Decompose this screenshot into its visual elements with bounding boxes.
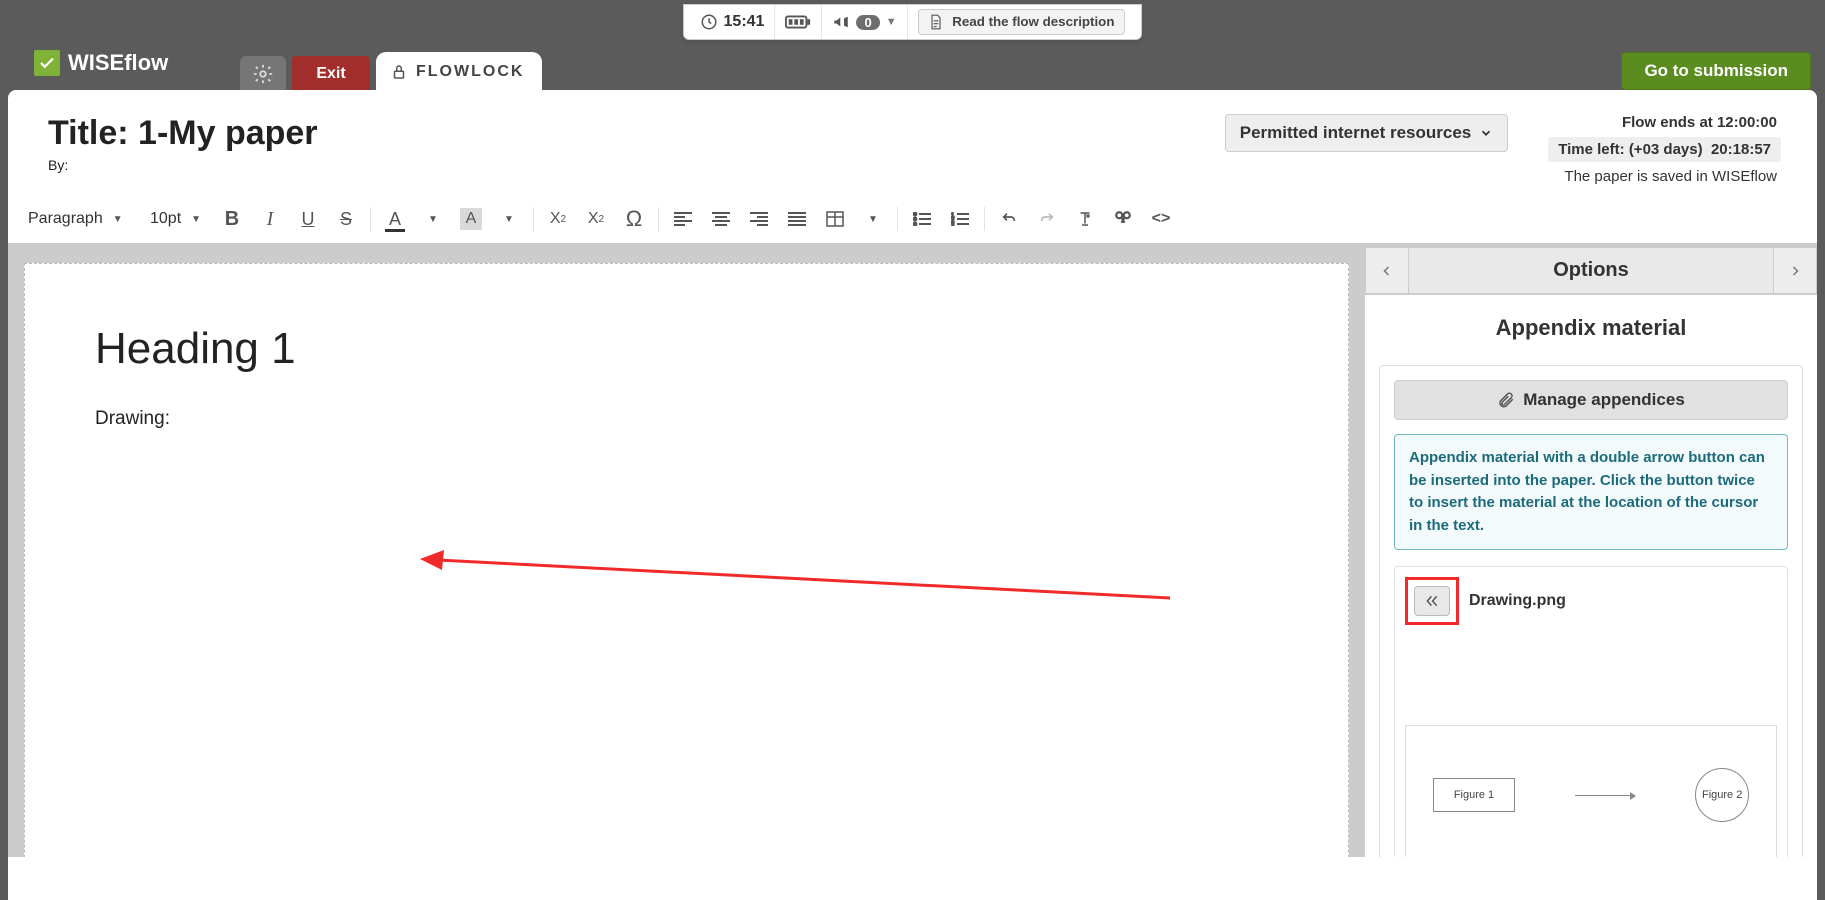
side-next-button[interactable]	[1773, 247, 1817, 294]
byline: By:	[48, 157, 318, 173]
side-panel: Options Appendix material Manage appendi…	[1361, 247, 1817, 857]
preview-arrow-icon	[1575, 795, 1635, 796]
insert-appendix-button[interactable]	[1414, 586, 1450, 616]
header-tabs: Exit FLOWLOCK	[240, 52, 542, 92]
flowlock-label: FLOWLOCK	[416, 63, 524, 81]
text-color-button[interactable]: A	[377, 203, 413, 235]
paperclip-icon	[1497, 391, 1515, 409]
bold-button[interactable]: B	[214, 203, 250, 235]
announcement-count-badge: 0	[856, 15, 879, 30]
read-flow-label: Read the flow description	[952, 14, 1114, 29]
strikethrough-button[interactable]: S	[328, 203, 364, 235]
current-time: 15:41	[724, 13, 765, 31]
align-right-button[interactable]	[741, 203, 777, 235]
main-sheet: Title: 1-My paper By: Permitted internet…	[8, 90, 1817, 900]
bullet-list-button[interactable]	[904, 203, 940, 235]
side-panel-title: Options	[1409, 247, 1773, 294]
top-floating-toolbar: 15:41 0 ▼ Read the flow description	[683, 4, 1143, 40]
header-right-group: Permitted internet resources Flow ends a…	[1225, 114, 1781, 185]
exit-button[interactable]: Exit	[292, 56, 370, 92]
permitted-resources-dropdown[interactable]: Permitted internet resources	[1225, 114, 1508, 152]
time-left-clock: 20:18:57	[1711, 141, 1771, 158]
battery-icon	[785, 14, 811, 30]
appendix-filename: Drawing.png	[1469, 592, 1566, 610]
text-color-dropdown[interactable]: ▼	[415, 203, 451, 235]
subscript-button[interactable]: X2	[540, 203, 576, 235]
time-left-badge: Time left: (+03 days) 20:18:57	[1548, 137, 1781, 162]
highlight-dropdown[interactable]: ▼	[491, 203, 527, 235]
announcements-group[interactable]: 0 ▼	[822, 5, 907, 39]
time-left-label: Time left:	[1558, 141, 1624, 158]
go-to-submission-button[interactable]: Go to submission	[1621, 52, 1811, 90]
current-time-group: 15:41	[690, 5, 776, 39]
document-paragraph: Drawing:	[95, 408, 1278, 430]
clock-icon	[700, 13, 718, 31]
brand-icon	[34, 50, 60, 76]
block-format-select[interactable]: Paragraph ▼	[20, 206, 140, 232]
gear-icon	[252, 63, 274, 85]
caret-down-icon: ▼	[113, 214, 123, 225]
flow-ends-text: Flow ends at 12:00:00	[1622, 114, 1781, 131]
table-dropdown[interactable]: ▼	[855, 203, 891, 235]
clear-format-button[interactable]	[1067, 203, 1103, 235]
source-code-button[interactable]: <>	[1143, 203, 1179, 235]
brand-logo: WISEflow	[34, 50, 168, 76]
italic-button[interactable]: I	[252, 203, 288, 235]
appendix-info-box: Appendix material with a double arrow bu…	[1394, 434, 1788, 550]
flowlock-tab[interactable]: FLOWLOCK	[376, 52, 542, 92]
find-button[interactable]	[1105, 203, 1141, 235]
chevron-down-icon	[1479, 126, 1493, 140]
appendix-card: Manage appendices Appendix material with…	[1379, 365, 1803, 857]
numbered-list-button[interactable]: 123	[942, 203, 978, 235]
font-size-select[interactable]: 10pt ▼	[142, 206, 212, 232]
lock-icon	[390, 63, 408, 81]
manage-appendices-label: Manage appendices	[1523, 390, 1685, 410]
chevron-down-icon: ▼	[886, 16, 897, 28]
align-center-button[interactable]	[703, 203, 739, 235]
special-char-button[interactable]: Ω	[616, 203, 652, 235]
undo-button[interactable]	[991, 203, 1027, 235]
preview-figure-2: Figure 2	[1695, 768, 1749, 822]
svg-text:3: 3	[951, 223, 955, 226]
permitted-label: Permitted internet resources	[1240, 123, 1471, 143]
side-panel-header: Options	[1365, 247, 1817, 295]
brand-text: WISEflow	[68, 50, 168, 76]
preview-figure-1: Figure 1	[1433, 778, 1515, 812]
paper-title: Title: 1-My paper	[48, 114, 318, 153]
align-justify-button[interactable]	[779, 203, 815, 235]
insert-button-highlight	[1405, 577, 1459, 625]
megaphone-icon	[832, 13, 850, 31]
annotation-arrow	[420, 550, 1180, 610]
editor-toolbar: Paragraph ▼ 10pt ▼ B I U S A ▼ A ▼ X2 X2 Ω…	[8, 195, 1817, 247]
sheet-header: Title: 1-My paper By: Permitted internet…	[8, 90, 1817, 195]
title-block: Title: 1-My paper By:	[48, 114, 318, 173]
settings-tab[interactable]	[240, 56, 286, 92]
table-button[interactable]	[817, 203, 853, 235]
document-heading: Heading 1	[95, 324, 1278, 374]
document-icon	[929, 14, 943, 30]
font-size-value: 10pt	[150, 210, 181, 228]
block-format-value: Paragraph	[28, 210, 103, 228]
appendix-section-title: Appendix material	[1379, 315, 1803, 341]
time-left-days: (+03 days)	[1629, 141, 1703, 158]
manage-appendices-button[interactable]: Manage appendices	[1394, 380, 1788, 420]
underline-button[interactable]: U	[290, 203, 326, 235]
superscript-button[interactable]: X2	[578, 203, 614, 235]
exit-label: Exit	[316, 65, 345, 83]
appendix-preview: Figure 1 Figure 2	[1405, 725, 1777, 857]
caret-down-icon: ▼	[191, 214, 201, 225]
side-prev-button[interactable]	[1365, 247, 1409, 294]
double-chevron-left-icon	[1422, 594, 1442, 608]
highlight-button[interactable]: A	[453, 203, 489, 235]
side-panel-body: Appendix material Manage appendices Appe…	[1365, 295, 1817, 857]
battery-group	[775, 5, 822, 39]
align-left-button[interactable]	[665, 203, 701, 235]
appendix-item: Drawing.png Figure 1 Figure 2	[1394, 566, 1788, 857]
saved-message: The paper is saved in WISEflow	[1564, 168, 1781, 185]
redo-button[interactable]	[1029, 203, 1065, 235]
read-flow-description-button[interactable]: Read the flow description	[918, 9, 1126, 35]
go-to-submission-label: Go to submission	[1644, 61, 1788, 81]
